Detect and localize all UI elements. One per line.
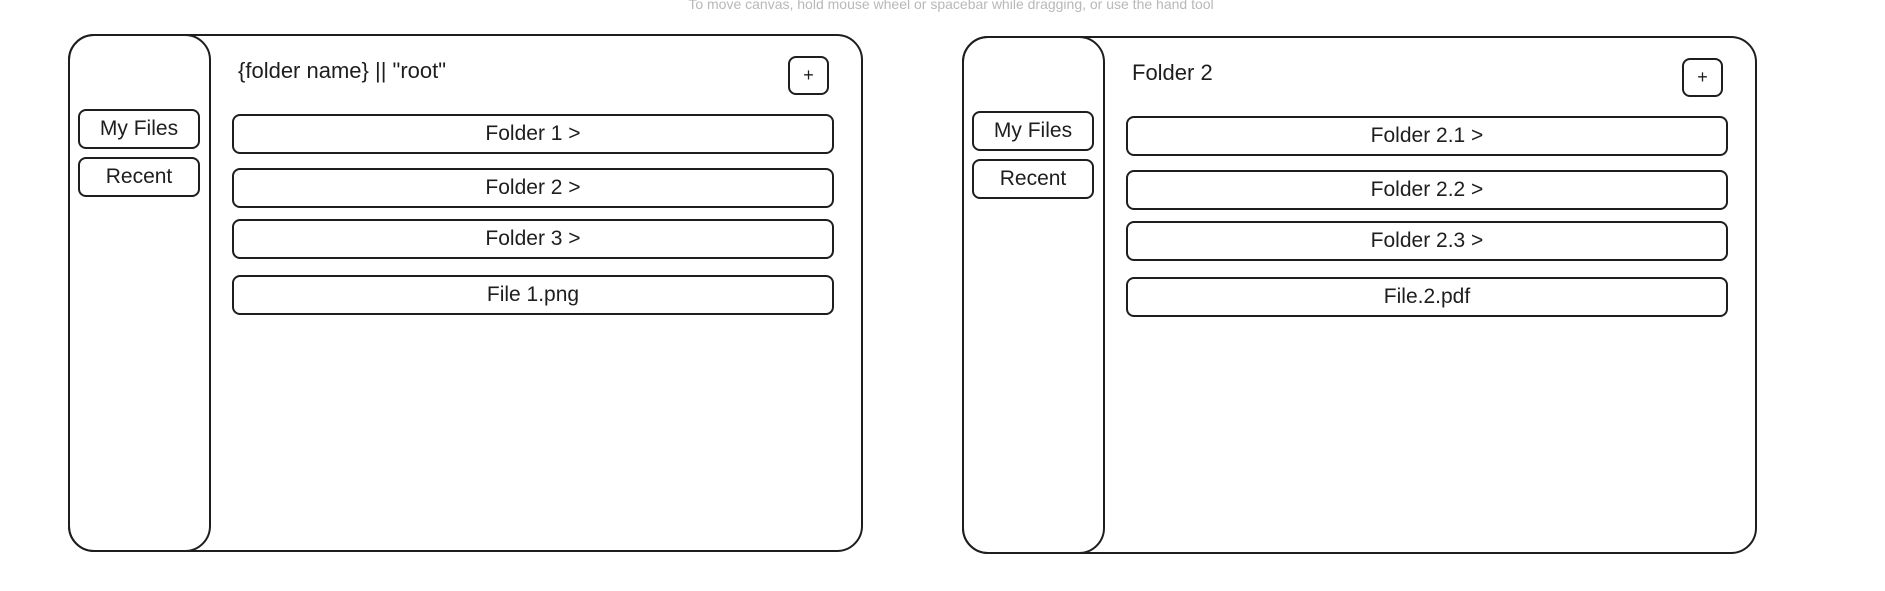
- list-item[interactable]: Folder 2 >: [232, 168, 834, 208]
- list-item[interactable]: File.2.pdf: [1126, 277, 1728, 317]
- list-item[interactable]: Folder 2.2 >: [1126, 170, 1728, 210]
- sidebar-item-my-files[interactable]: My Files: [972, 111, 1094, 151]
- add-button[interactable]: +: [1682, 58, 1723, 97]
- canvas-hint: To move canvas, hold mouse wheel or spac…: [688, 0, 1214, 12]
- list-item[interactable]: Folder 1 >: [232, 114, 834, 154]
- sidebar-item-recent[interactable]: Recent: [78, 157, 200, 197]
- list-item[interactable]: Folder 3 >: [232, 219, 834, 259]
- list-item[interactable]: Folder 2.1 >: [1126, 116, 1728, 156]
- list-item[interactable]: Folder 2.3 >: [1126, 221, 1728, 261]
- wireframe-root-view: My Files Recent {folder name} || "root" …: [67, 33, 863, 552]
- page-title: {folder name} || "root": [238, 58, 447, 83]
- wireframe-folder-view: My Files Recent Folder 2 + Folder 2.1 > …: [961, 35, 1757, 554]
- list-item[interactable]: File 1.png: [232, 275, 834, 315]
- sidebar-item-my-files[interactable]: My Files: [78, 109, 200, 149]
- add-button[interactable]: +: [788, 56, 829, 95]
- sidebar-item-recent[interactable]: Recent: [972, 159, 1094, 199]
- page-title: Folder 2: [1132, 60, 1213, 85]
